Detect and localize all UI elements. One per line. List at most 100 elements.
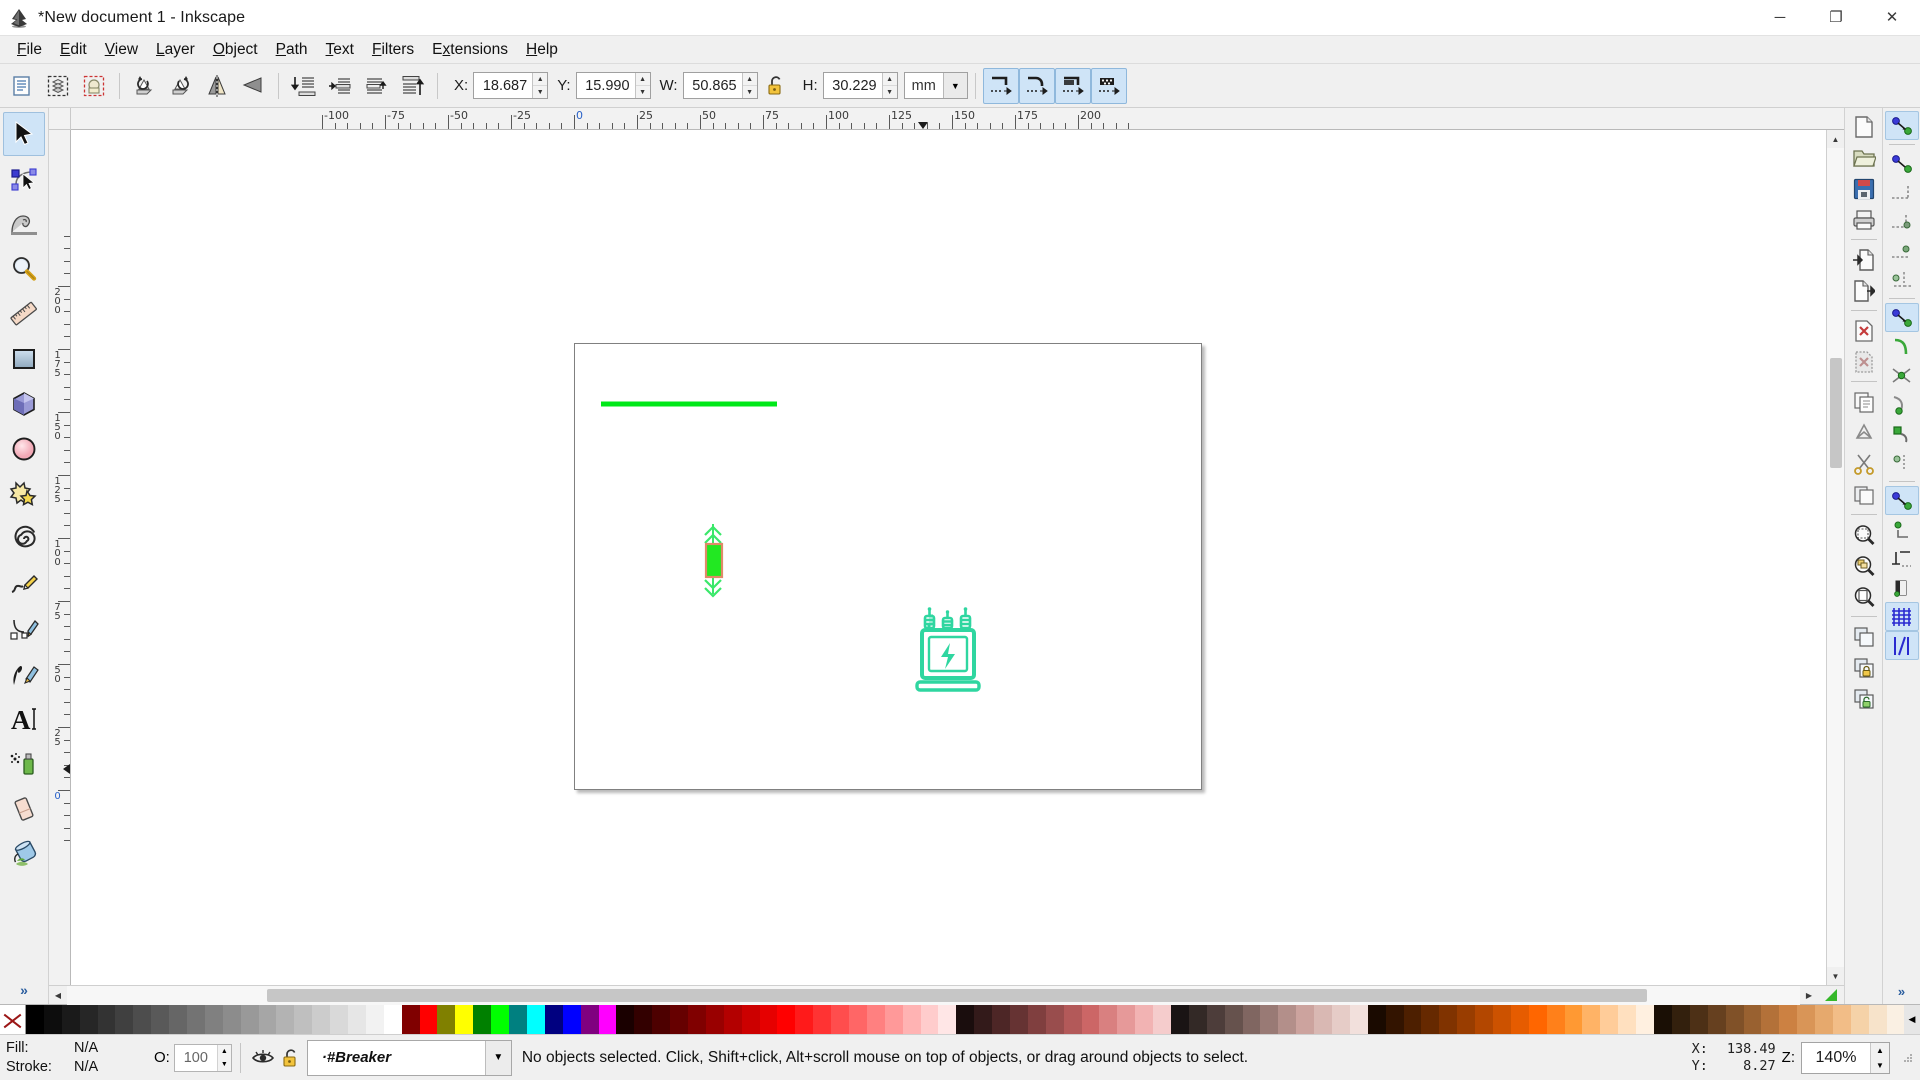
raise-button[interactable] <box>358 68 394 104</box>
palette-swatch[interactable] <box>1188 1005 1207 1034</box>
select-all-button[interactable] <box>4 68 40 104</box>
palette-swatch[interactable] <box>26 1005 44 1034</box>
lock-wh-ratio-toggle[interactable] <box>761 71 791 101</box>
zoom-stepper[interactable]: ▲ ▼ <box>1870 1042 1889 1073</box>
opacity-control[interactable]: O: ▲▼ <box>154 1043 232 1072</box>
scale-stroke-width-toggle[interactable] <box>982 67 1019 104</box>
palette-swatch[interactable] <box>1153 1005 1171 1034</box>
redo-button[interactable] <box>1847 346 1881 377</box>
palette-swatch[interactable] <box>866 1005 885 1034</box>
palette-swatch[interactable] <box>151 1005 170 1034</box>
palette-swatch[interactable] <box>365 1005 384 1034</box>
zoom-page-button[interactable] <box>1847 581 1881 612</box>
palette-swatch[interactable] <box>276 1005 295 1034</box>
opacity-step-down-icon[interactable]: ▼ <box>218 1058 231 1071</box>
palette-swatch[interactable] <box>670 1005 688 1034</box>
snap-nodes-toggle[interactable] <box>1884 303 1919 332</box>
palette-swatch[interactable] <box>1385 1005 1404 1034</box>
menu-help[interactable]: Help <box>517 38 567 62</box>
opacity-stepper[interactable]: ▲ ▼ <box>216 1044 231 1071</box>
zoom-drawing-button[interactable] <box>1847 550 1881 581</box>
palette-swatch[interactable] <box>759 1005 778 1034</box>
palette-swatch[interactable] <box>1135 1005 1154 1034</box>
y-field[interactable]: ▲▼ <box>575 72 651 99</box>
menu-file[interactable]: FFileile <box>8 38 51 62</box>
menu-edit[interactable]: Edit <box>51 38 96 62</box>
palette-swatch[interactable] <box>1063 1005 1082 1034</box>
palette-swatch[interactable] <box>634 1005 653 1034</box>
tool-calligraphy[interactable] <box>3 652 45 696</box>
palette-swatch[interactable] <box>562 1005 581 1034</box>
menu-text[interactable]: Text <box>317 38 363 62</box>
vertical-scrollbar[interactable]: ▲ ▼ <box>1826 130 1844 985</box>
x-step-up-icon[interactable]: ▲ <box>533 73 548 86</box>
chevron-down-icon[interactable]: ▼ <box>484 1040 511 1075</box>
x-field-stepper[interactable]: ▲ ▼ <box>532 73 548 98</box>
horizontal-scrollbar[interactable]: ◀ ▶ <box>49 985 1844 1005</box>
lower-to-bottom-button[interactable] <box>286 68 322 104</box>
palette-swatch[interactable] <box>1797 1005 1816 1034</box>
palette-swatch[interactable] <box>884 1005 903 1034</box>
snap-page-border-toggle[interactable] <box>1885 573 1919 602</box>
palette-swatch[interactable] <box>1510 1005 1529 1034</box>
palette-swatch[interactable] <box>1779 1005 1798 1034</box>
move-patterns-toggle[interactable] <box>1090 67 1127 104</box>
opacity-input[interactable] <box>174 1044 217 1071</box>
snap-cusp-node-toggle[interactable] <box>1885 390 1919 419</box>
tool-ellipse[interactable] <box>3 427 45 471</box>
palette-swatch[interactable] <box>544 1005 563 1034</box>
export-button[interactable] <box>1847 275 1881 306</box>
palette-swatch[interactable] <box>1582 1005 1601 1034</box>
palette-swatch[interactable] <box>616 1005 635 1034</box>
palette-swatch[interactable] <box>1725 1005 1744 1034</box>
snap-enable-global-toggle[interactable] <box>1884 111 1919 140</box>
tool-spiral[interactable] <box>3 517 45 561</box>
palette-swatch[interactable] <box>1528 1005 1547 1034</box>
palette-swatch[interactable] <box>509 1005 527 1034</box>
w-field-input[interactable] <box>683 73 742 98</box>
y-step-down-icon[interactable]: ▼ <box>636 86 650 98</box>
scroll-left-icon[interactable]: ◀ <box>49 986 67 1004</box>
tool-eraser[interactable] <box>3 787 45 831</box>
tool-selector[interactable] <box>3 112 45 156</box>
palette-swatch[interactable] <box>795 1005 814 1034</box>
y-field-stepper[interactable]: ▲ ▼ <box>634 73 650 98</box>
rotate-ccw-button[interactable] <box>127 68 163 104</box>
ruler-corner[interactable] <box>49 108 71 130</box>
palette-swatch[interactable] <box>831 1005 849 1034</box>
h-field-stepper[interactable]: ▲ ▼ <box>881 73 897 98</box>
palette-swatch[interactable] <box>258 1005 277 1034</box>
tool-rectangle[interactable] <box>3 337 45 381</box>
layer-selector[interactable]: ·#Breaker ▼ <box>306 1039 512 1076</box>
new-document-button[interactable] <box>1847 111 1881 142</box>
zoom-step-up-icon[interactable]: ▲ <box>1871 1043 1889 1058</box>
palette-swatch[interactable] <box>169 1005 188 1034</box>
vertical-scroll-track[interactable] <box>1827 148 1844 967</box>
palette-swatch[interactable] <box>1886 1005 1905 1034</box>
paste-button[interactable] <box>1847 417 1881 448</box>
layer-visibility-toggle[interactable] <box>249 1044 277 1072</box>
copy-button[interactable] <box>1847 386 1881 417</box>
vertical-ruler[interactable]: 0 25 50 75 100 125 150 175 200 <box>49 130 71 985</box>
palette-swatch[interactable] <box>1278 1005 1297 1034</box>
x-field[interactable]: ▲▼ <box>473 72 549 99</box>
palette-swatch[interactable] <box>1260 1005 1279 1034</box>
opacity-step-up-icon[interactable]: ▲ <box>218 1045 231 1058</box>
palette-swatch[interactable] <box>1743 1005 1762 1034</box>
maximize-button[interactable]: ❐ <box>1808 0 1864 36</box>
palette-swatch[interactable] <box>956 1005 975 1034</box>
palette-swatch[interactable] <box>312 1005 331 1034</box>
tool-zoom[interactable] <box>3 247 45 291</box>
toolbox-overflow-button[interactable]: » <box>20 982 28 1004</box>
palette-swatch[interactable] <box>1439 1005 1458 1034</box>
group-button[interactable] <box>1847 621 1881 652</box>
palette-swatch[interactable] <box>1707 1005 1726 1034</box>
palette-swatch[interactable] <box>1242 1005 1261 1034</box>
palette-swatch[interactable] <box>330 1005 349 1034</box>
palette-swatch[interactable] <box>240 1005 259 1034</box>
palette-swatch[interactable] <box>1618 1005 1637 1034</box>
palette-swatch[interactable] <box>1081 1005 1100 1034</box>
h-field[interactable]: ▲▼ <box>822 72 898 99</box>
snap-path-toggle[interactable] <box>1885 332 1919 361</box>
snap-toolbar-overflow-button[interactable]: » <box>1898 984 1905 1004</box>
